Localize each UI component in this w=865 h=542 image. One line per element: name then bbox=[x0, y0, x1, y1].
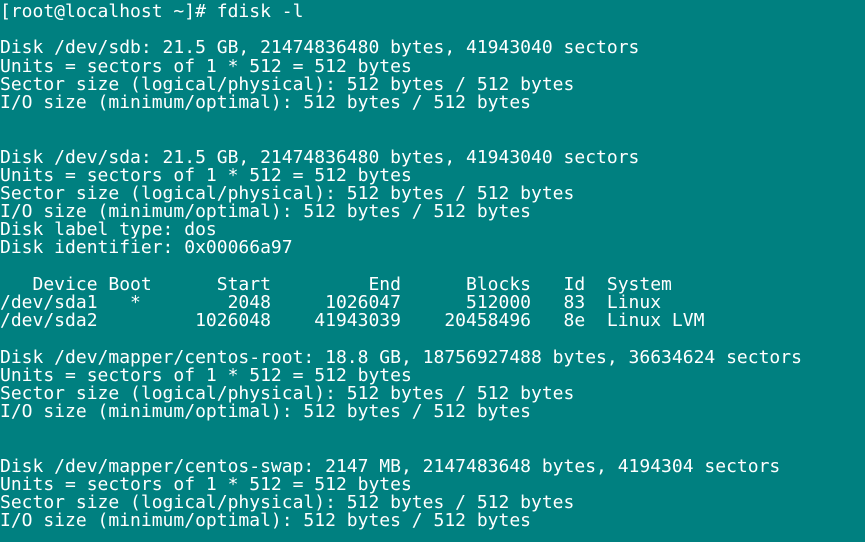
disk-centos-swap-io-size: I/O size (minimum/optimal): 512 bytes / … bbox=[0, 510, 532, 532]
prompt-command-line: [root@localhost ~]# fdisk -l bbox=[0, 1, 304, 22]
disk-centos-root-io-size: I/O size (minimum/optimal): 512 bytes / … bbox=[0, 401, 532, 423]
partition-row-sda2: /dev/sda2 1026048 41943039 20458496 8e L… bbox=[0, 310, 705, 332]
disk-sda-identifier: Disk identifier: 0x00066a97 bbox=[0, 237, 293, 259]
disk-sda-header: Disk /dev/sda: 21.5 GB, 21474836480 byte… bbox=[0, 146, 640, 168]
terminal-window[interactable]: [root@localhost ~]# fdisk -l Disk /dev/s… bbox=[0, 0, 865, 542]
disk-sdb-header: Disk /dev/sdb: 21.5 GB, 21474836480 byte… bbox=[0, 37, 640, 59]
disk-sdb-io-size: I/O size (minimum/optimal): 512 bytes / … bbox=[0, 91, 532, 113]
